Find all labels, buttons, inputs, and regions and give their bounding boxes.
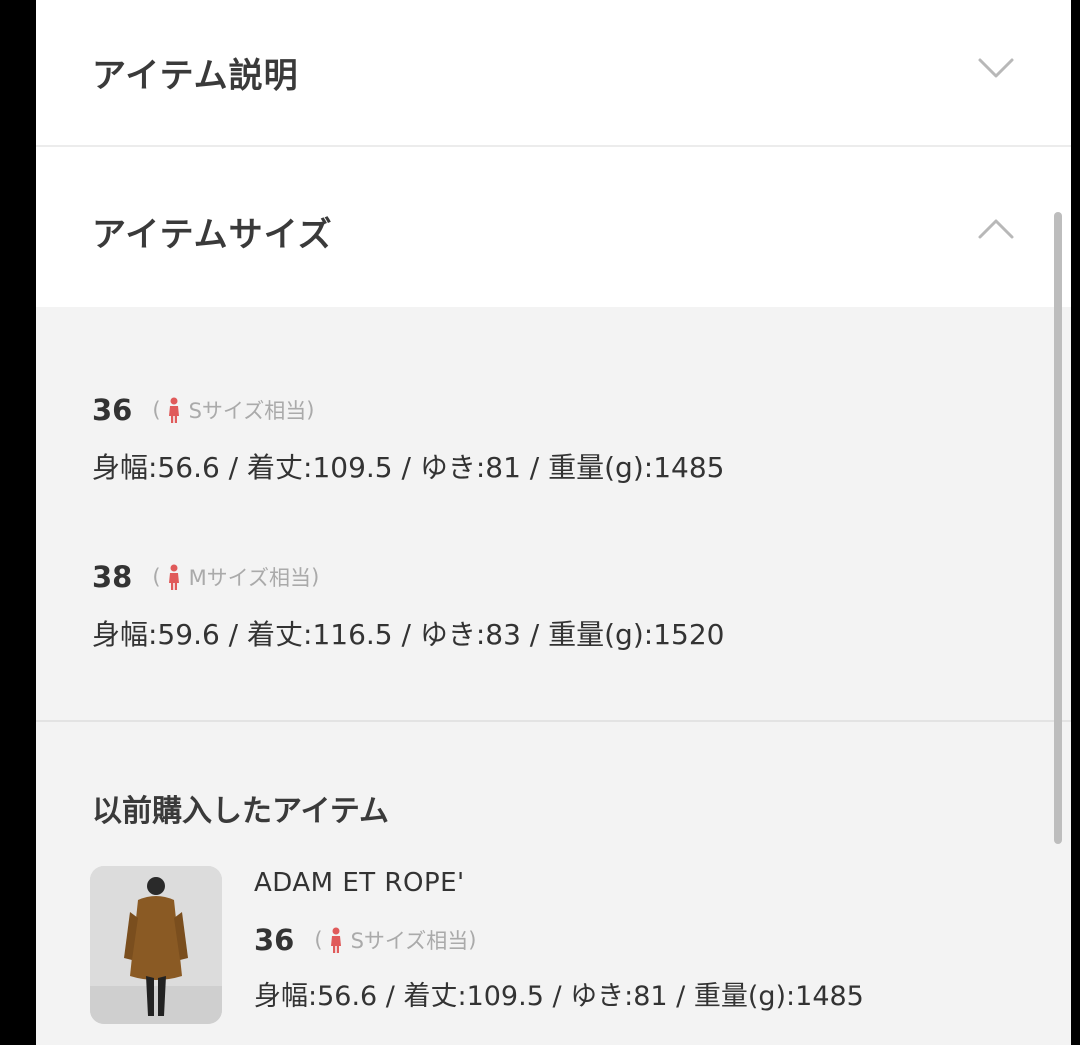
size-number: 36	[254, 923, 295, 957]
close-paren: )	[306, 398, 315, 422]
person-icon	[168, 397, 179, 423]
person-icon	[168, 564, 179, 590]
size-number: 36	[92, 393, 133, 427]
scrollbar[interactable]	[1054, 212, 1062, 844]
brand-name[interactable]: ADAM ET ROPE'	[254, 868, 864, 908]
chevron-up-icon[interactable]	[974, 207, 1018, 251]
size-entry: 38 ( Mサイズ相当 ) 身幅:59.6 / 着丈:116.5 / ゆき:83…	[92, 557, 724, 653]
coat-image	[90, 866, 222, 1024]
open-paren: (	[314, 928, 323, 952]
size-equivalent-label: Sサイズ相当	[350, 929, 469, 953]
close-paren: )	[311, 565, 320, 589]
open-paren: (	[152, 398, 161, 422]
size-equivalent-note: ( Mサイズ相当 )	[152, 562, 319, 592]
close-paren: )	[468, 928, 477, 952]
size-entry: 36 ( Sサイズ相当 ) 身幅:56.6 / 着丈:109.5 / ゆき:81…	[92, 390, 724, 486]
accordion-title-size: アイテムサイズ	[92, 215, 333, 255]
size-measurements: 身幅:59.6 / 着丈:116.5 / ゆき:83 / 重量(g):1520	[92, 618, 725, 651]
size-number: 38	[92, 560, 133, 594]
size-equivalent-label: Sサイズ相当	[188, 399, 307, 423]
person-icon	[330, 927, 341, 953]
item-detail-panel: アイテム説明 アイテムサイズ 36 ( Sサイズ相当 ) 身幅:56.6 / 着…	[36, 0, 1071, 1045]
size-equivalent-note: ( Sサイズ相当 )	[152, 395, 314, 425]
product-thumbnail[interactable]	[90, 866, 222, 1024]
size-equivalent-note: ( Sサイズ相当 )	[314, 925, 476, 955]
open-paren: (	[152, 565, 161, 589]
size-measurements: 身幅:56.6 / 着丈:109.5 / ゆき:81 / 重量(g):1485	[92, 451, 725, 484]
accordion-item-description[interactable]: アイテム説明	[36, 0, 1071, 145]
previous-purchase-title: 以前購入したアイテム	[92, 794, 389, 829]
accordion-title-description: アイテム説明	[92, 56, 299, 96]
size-equivalent-label: Mサイズ相当	[188, 566, 312, 590]
accordion-item-size[interactable]: アイテムサイズ	[36, 147, 1071, 307]
divider	[36, 720, 1071, 722]
chevron-down-icon[interactable]	[974, 46, 1018, 90]
size-measurements: 身幅:56.6 / 着丈:109.5 / ゆき:81 / 重量(g):1485	[254, 981, 864, 1012]
previous-purchase-info: ADAM ET ROPE' 36 ( Sサイズ相当 ) 身幅:56.6 / 着丈…	[254, 868, 864, 1013]
